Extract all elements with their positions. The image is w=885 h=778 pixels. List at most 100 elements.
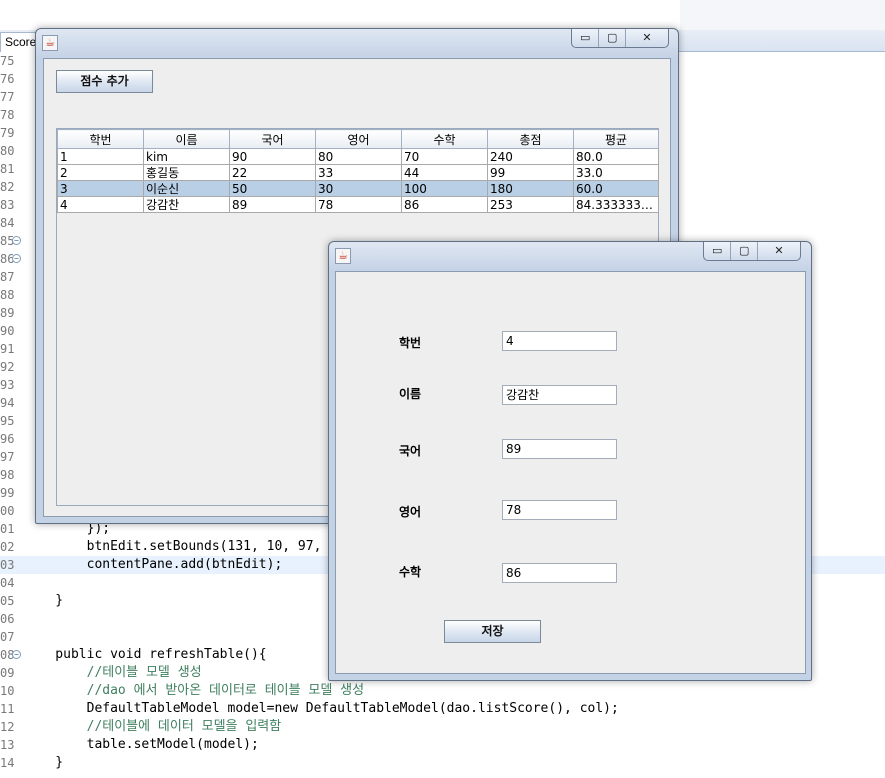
fold-toggle-icon[interactable]: −	[12, 650, 21, 659]
add-score-button[interactable]: 점수 추가	[56, 70, 153, 93]
table-cell[interactable]: 84.33333333...	[573, 196, 659, 213]
line-number: 04	[0, 576, 15, 590]
table-cell[interactable]: 1	[57, 148, 144, 165]
column-header[interactable]: 국어	[229, 129, 316, 149]
line-number: 94	[0, 396, 15, 410]
line-number: 90	[0, 324, 15, 338]
code-line[interactable]: 12 //테이블에 데이터 모델을 입력함	[0, 718, 885, 736]
line-number: 13	[0, 738, 15, 752]
fold-toggle-icon[interactable]: −	[12, 254, 21, 263]
line-number: 92	[0, 360, 15, 374]
table-cell[interactable]: 70	[401, 148, 488, 165]
line-number: 76	[0, 72, 15, 86]
close-button[interactable]: ✕	[756, 242, 800, 260]
table-header: 학번 이름 국어 영어 수학 총점 평균	[57, 129, 659, 149]
table-row[interactable]: 1 kim 90 80 70 240 80.0	[57, 148, 659, 165]
table-cell[interactable]: 홍길동	[143, 164, 230, 181]
line-number: 96	[0, 432, 15, 446]
maximize-button[interactable]: ▢	[730, 242, 756, 260]
fold-toggle-icon[interactable]: −	[12, 236, 21, 245]
table-cell[interactable]: 99	[487, 164, 574, 181]
korean-score-field[interactable]: 89	[502, 439, 617, 459]
line-number: 82	[0, 180, 15, 194]
table-cell[interactable]: 78	[315, 196, 402, 213]
title-bar[interactable]: ☕ ▭ ▢ ✕	[329, 242, 811, 270]
column-header[interactable]: 이름	[143, 129, 230, 149]
line-number: 00	[0, 504, 15, 518]
window-controls: ▭ ▢ ✕	[571, 29, 669, 48]
maximize-button[interactable]: ▢	[598, 29, 624, 47]
line-number: 01	[0, 522, 15, 536]
line-number: 97	[0, 450, 15, 464]
table-cell[interactable]: 60.0	[573, 180, 659, 197]
line-number: 03	[0, 558, 15, 572]
table-cell[interactable]: 44	[401, 164, 488, 181]
math-score-field[interactable]: 86	[502, 563, 617, 583]
table-cell[interactable]: kim	[143, 148, 230, 165]
close-button[interactable]: ✕	[624, 29, 668, 47]
line-number: 78	[0, 108, 15, 122]
column-header[interactable]: 영어	[315, 129, 402, 149]
table-cell[interactable]: 33.0	[573, 164, 659, 181]
code-text: //dao 에서 받아온 데이터로 테이블 모델 생성	[24, 683, 365, 698]
table-cell[interactable]: 100	[401, 180, 488, 197]
java-app-icon: ☕	[335, 248, 351, 264]
score-table[interactable]: 학번 이름 국어 영어 수학 총점 평균 1 kim 90 80 70 240 80.0 2 홍길동 22 33…	[57, 129, 659, 213]
student-id-field[interactable]: 4	[502, 331, 617, 351]
title-bar[interactable]: ☕ ▭ ▢ ✕	[36, 29, 678, 57]
table-cell[interactable]: 80.0	[573, 148, 659, 165]
minimize-button[interactable]: ▭	[572, 29, 598, 47]
window-controls: ▭ ▢ ✕	[703, 242, 801, 261]
name-field[interactable]: 강감찬	[502, 385, 617, 405]
line-number: 12	[0, 720, 15, 734]
table-cell[interactable]: 90	[229, 148, 316, 165]
code-line[interactable]: 11 DefaultTableModel model=new DefaultTa…	[0, 700, 885, 718]
code-line[interactable]: 14 }	[0, 754, 885, 772]
minimize-button[interactable]: ▭	[704, 242, 730, 260]
table-cell[interactable]: 30	[315, 180, 402, 197]
column-header[interactable]: 학번	[57, 129, 144, 149]
line-number: 14	[0, 756, 15, 770]
line-number: 02	[0, 540, 15, 554]
code-text: //테이블에 데이터 모델을 입력함	[24, 719, 282, 734]
table-cell[interactable]: 240	[487, 148, 574, 165]
table-cell[interactable]: 33	[315, 164, 402, 181]
column-header[interactable]: 수학	[401, 129, 488, 149]
english-score-field[interactable]: 78	[502, 500, 617, 520]
table-cell[interactable]: 50	[229, 180, 316, 197]
table-row[interactable]: 2 홍길동 22 33 44 99 33.0	[57, 164, 659, 181]
save-button[interactable]: 저장	[444, 620, 541, 643]
math-label: 수학	[399, 565, 422, 579]
table-row[interactable]: 3 이순신 50 30 100 180 60.0	[57, 180, 659, 197]
editor-toolbar-strip	[680, 0, 885, 30]
line-number: 10	[0, 684, 15, 698]
table-cell[interactable]: 80	[315, 148, 402, 165]
name-label: 이름	[399, 387, 422, 401]
line-number: 84	[0, 216, 15, 230]
table-cell[interactable]: 180	[487, 180, 574, 197]
table-cell[interactable]: 2	[57, 164, 144, 181]
table-cell[interactable]: 이순신	[143, 180, 230, 197]
table-cell[interactable]: 86	[401, 196, 488, 213]
line-number: 83	[0, 198, 15, 212]
column-header[interactable]: 총점	[487, 129, 574, 149]
line-number: 06	[0, 612, 15, 626]
table-row[interactable]: 4 강감찬 89 78 86 253 84.33333333...	[57, 196, 659, 213]
english-label: 영어	[399, 505, 422, 519]
table-cell[interactable]: 3	[57, 180, 144, 197]
table-cell[interactable]: 22	[229, 164, 316, 181]
table-cell[interactable]: 253	[487, 196, 574, 213]
java-app-icon: ☕	[42, 35, 58, 51]
column-header[interactable]: 평균	[573, 129, 659, 149]
table-cell[interactable]: 강감찬	[143, 196, 230, 213]
korean-label: 국어	[399, 444, 422, 458]
code-line[interactable]: 10 //dao 에서 받아온 데이터로 테이블 모델 생성	[0, 682, 885, 700]
line-number: 79	[0, 126, 15, 140]
table-cell[interactable]: 89	[229, 196, 316, 213]
line-number: 93	[0, 378, 15, 392]
line-number: 75	[0, 54, 15, 68]
table-cell[interactable]: 4	[57, 196, 144, 213]
table-body: 1 kim 90 80 70 240 80.0 2 홍길동 22 33 44 99 33.0 3 이순신 50 3…	[57, 148, 659, 213]
line-number: 09	[0, 666, 15, 680]
code-line[interactable]: 13 table.setModel(model);	[0, 736, 885, 754]
